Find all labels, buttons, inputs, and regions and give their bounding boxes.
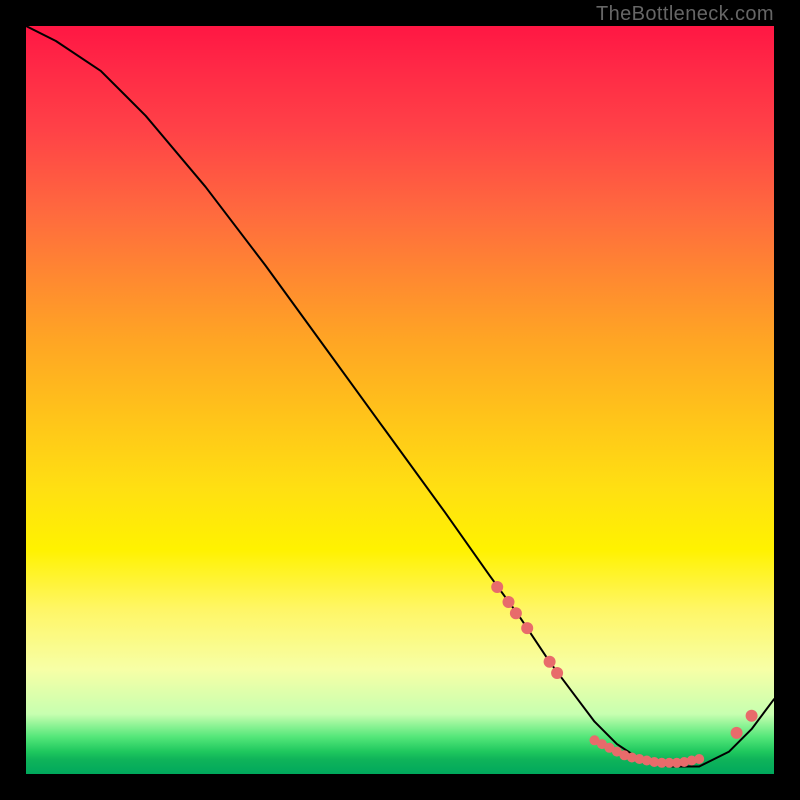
chart-stage: TheBottleneck.com	[0, 0, 800, 800]
data-point	[491, 581, 503, 593]
curve-svg	[26, 26, 774, 774]
attribution-label: TheBottleneck.com	[596, 3, 774, 26]
bottleneck-curve	[26, 26, 774, 767]
data-point	[731, 727, 743, 739]
data-points	[491, 581, 757, 768]
plot-area	[26, 26, 774, 774]
data-point	[746, 710, 758, 722]
data-point	[694, 754, 704, 764]
data-point	[510, 607, 522, 619]
data-point	[503, 596, 515, 608]
data-point	[521, 622, 533, 634]
data-point	[544, 656, 556, 668]
data-point	[551, 667, 563, 679]
